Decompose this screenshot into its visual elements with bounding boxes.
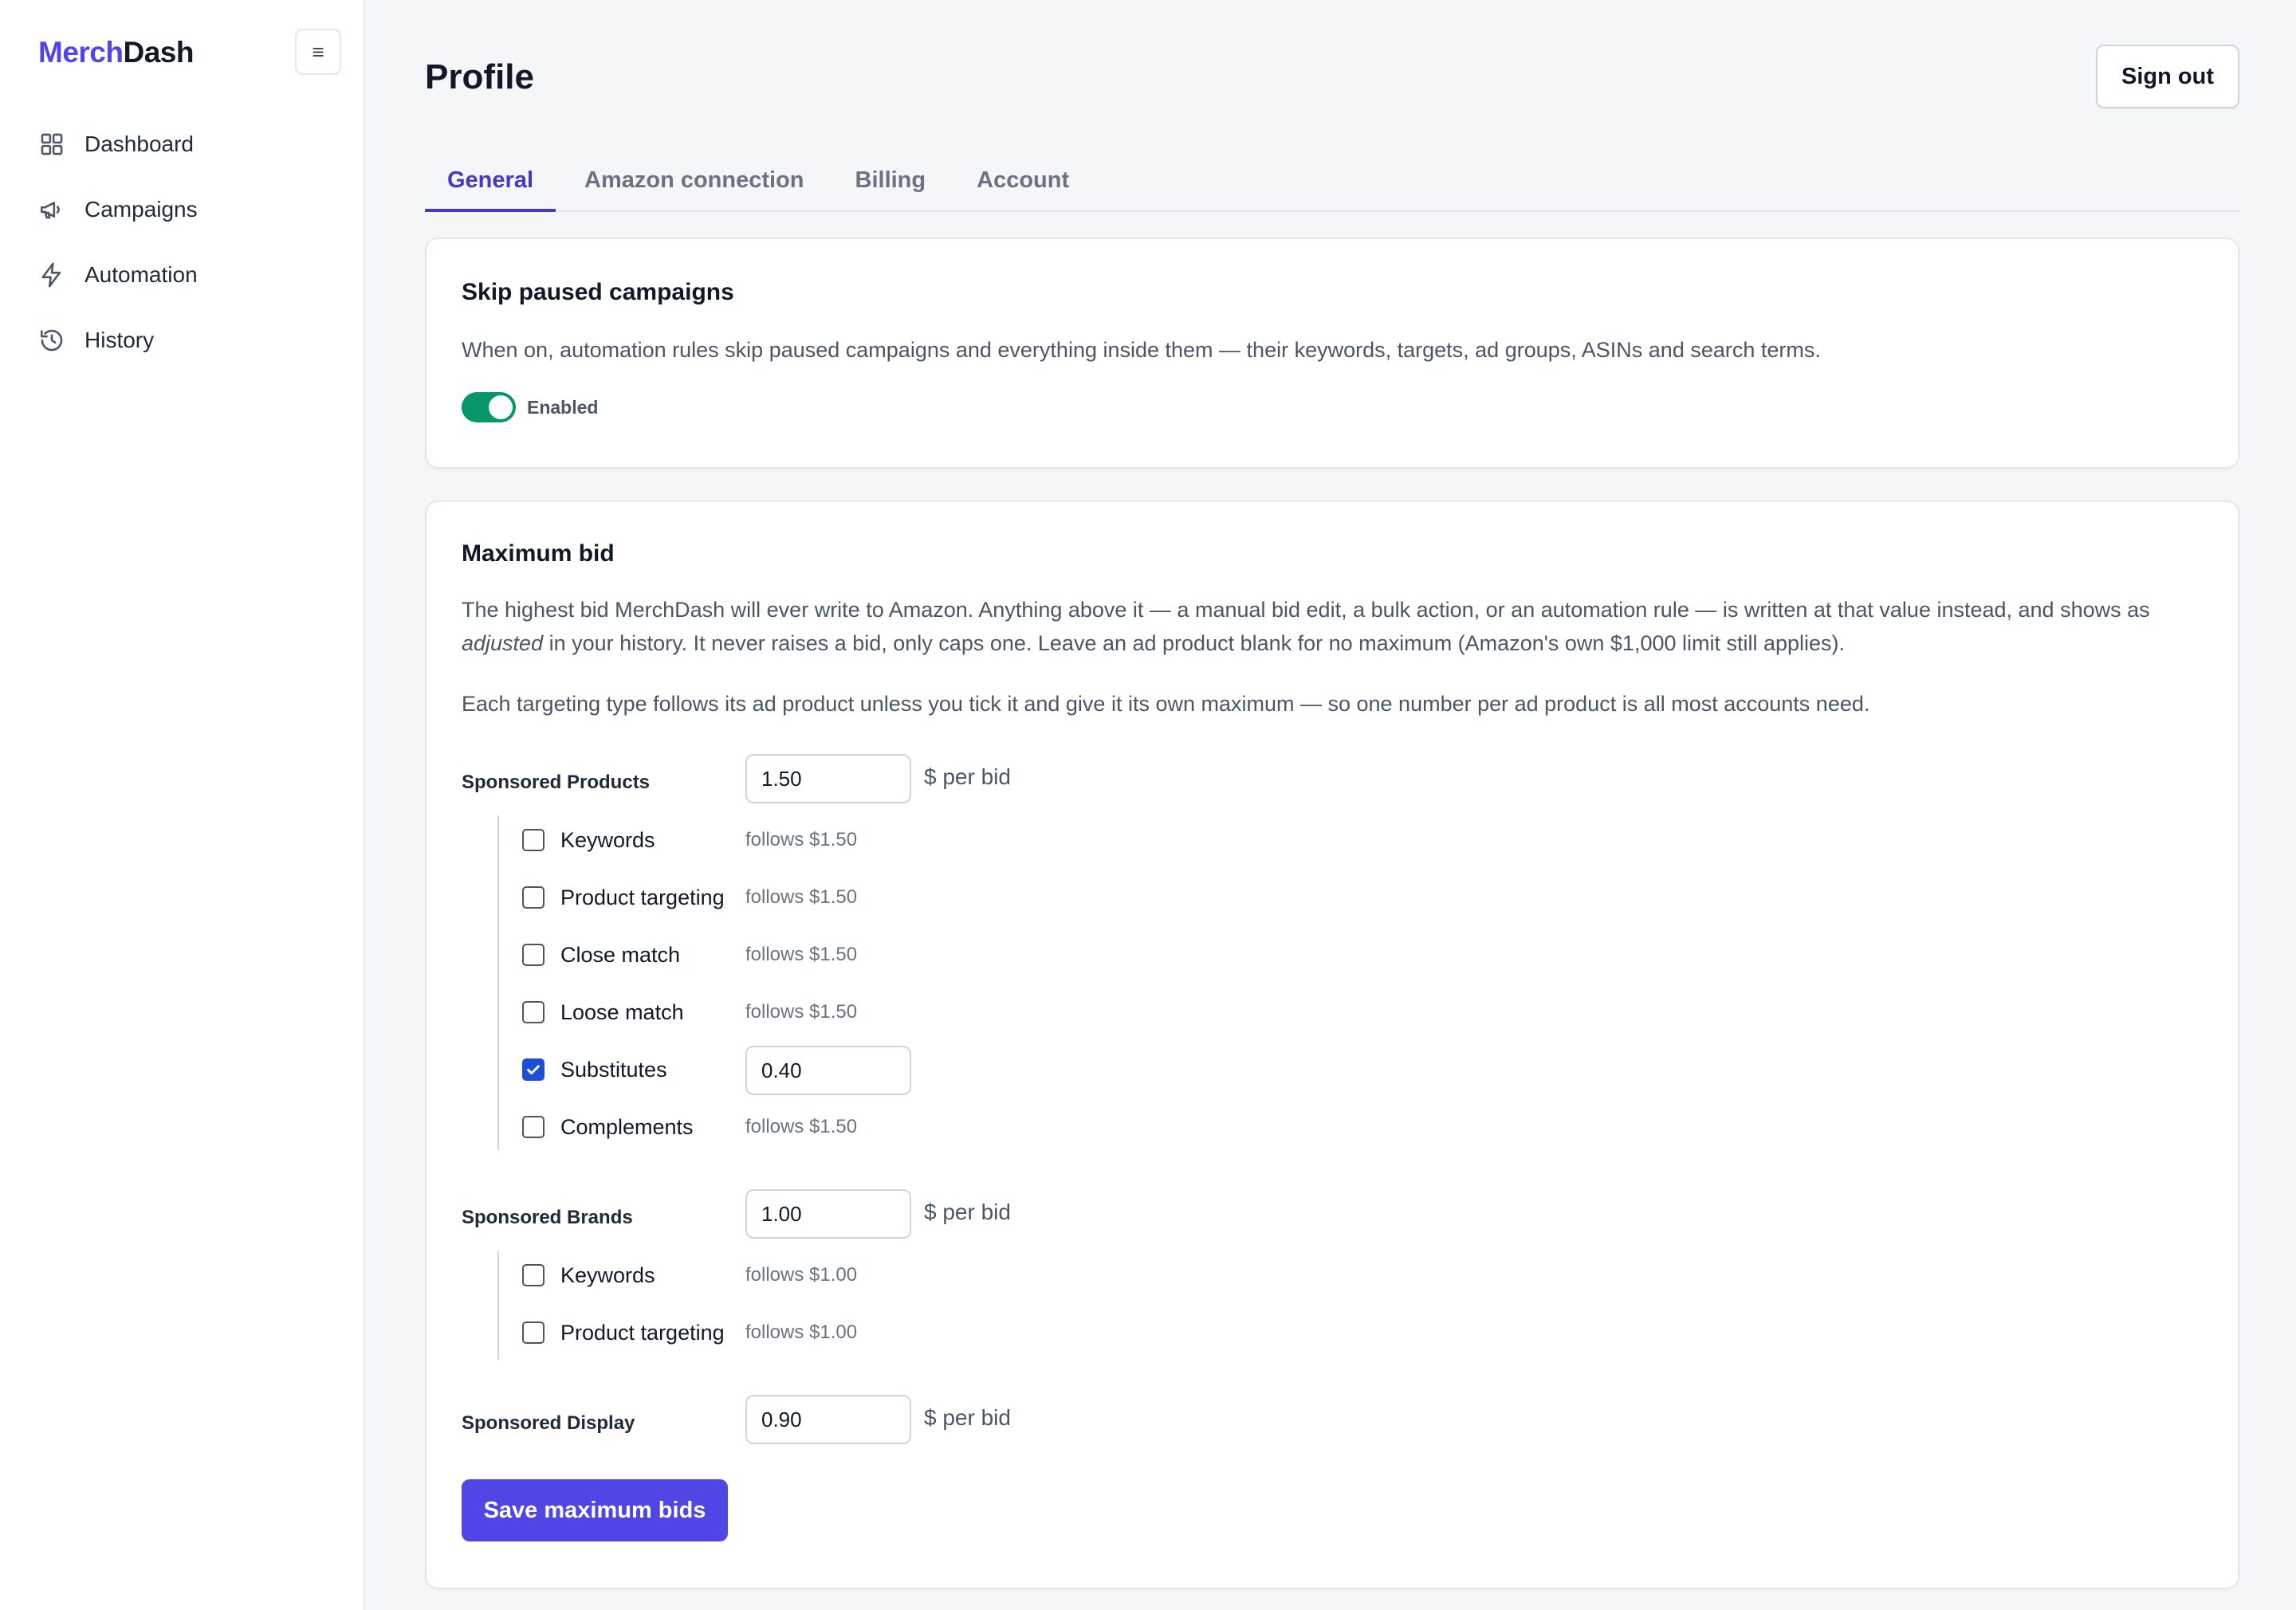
skip-paused-title: Skip paused campaigns bbox=[462, 279, 734, 305]
checkbox[interactable] bbox=[522, 944, 545, 966]
brand-logo[interactable]: MerchDash bbox=[38, 35, 194, 70]
sidebar-item-dashboard[interactable]: Dashboard bbox=[38, 112, 198, 177]
tab-account[interactable]: Account bbox=[954, 148, 1091, 212]
checkbox-label: Close match bbox=[560, 942, 681, 967]
page-title: Profile bbox=[425, 57, 534, 96]
sidebar-item-label: Campaigns bbox=[85, 197, 198, 222]
sponsored-display-max-bid-input[interactable] bbox=[745, 1395, 911, 1444]
maximum-bid-description-2: Each targeting type follows its ad produ… bbox=[462, 692, 1870, 716]
brand-logo-part2: Dash bbox=[123, 36, 194, 69]
sub-row-product-targeting: Product targeting bbox=[522, 882, 725, 913]
maximum-bid-description: The highest bid MerchDash will ever writ… bbox=[462, 593, 2190, 660]
skip-paused-card: Skip paused campaigns When on, automatio… bbox=[425, 238, 2239, 469]
sub-row-complements: Complements bbox=[522, 1111, 694, 1143]
sidebar-item-label: History bbox=[85, 328, 155, 352]
unit-label: $ per bid bbox=[924, 764, 1011, 789]
checkbox[interactable] bbox=[522, 1264, 545, 1286]
unit-label: $ per bid bbox=[924, 1405, 1011, 1430]
sponsored-brands-label: Sponsored Brands bbox=[462, 1207, 633, 1228]
checkbox-label: Keywords bbox=[560, 1262, 655, 1287]
description-text: The highest bid MerchDash will ever writ… bbox=[462, 598, 2150, 622]
save-maximum-bids-button[interactable]: Save maximum bids bbox=[462, 1479, 728, 1541]
sub-row-loose-match: Loose match bbox=[522, 996, 684, 1028]
maximum-bid-title: Maximum bid bbox=[462, 540, 615, 567]
sub-row-keywords: Keywords bbox=[522, 824, 655, 856]
follows-text: follows $1.50 bbox=[745, 944, 858, 965]
sidebar-item-campaigns[interactable]: Campaigns bbox=[38, 177, 198, 242]
checkbox-label: Product targeting bbox=[560, 885, 725, 909]
checkbox[interactable] bbox=[522, 886, 545, 909]
tab-general[interactable]: General bbox=[425, 148, 556, 212]
toggle-status-label: Enabled bbox=[527, 397, 599, 418]
checkbox-label: Product targeting bbox=[560, 1320, 725, 1345]
brand-logo-part1: Merch bbox=[38, 36, 124, 69]
sidebar-item-history[interactable]: History bbox=[38, 308, 198, 373]
substitutes-max-bid-input[interactable] bbox=[745, 1046, 911, 1095]
sponsored-display-label: Sponsored Display bbox=[462, 1412, 635, 1434]
checkbox[interactable] bbox=[522, 829, 545, 851]
sub-row-close-match: Close match bbox=[522, 939, 680, 971]
tab-billing[interactable]: Billing bbox=[833, 148, 949, 212]
hamburger-icon: ≡ bbox=[312, 39, 324, 64]
sponsored-products-max-bid-input[interactable] bbox=[745, 754, 911, 803]
checkbox-checked[interactable] bbox=[522, 1058, 545, 1081]
tab-bar: General Amazon connection Billing Accoun… bbox=[425, 148, 2239, 212]
follows-text: follows $1.50 bbox=[745, 1116, 858, 1137]
checkbox[interactable] bbox=[522, 1321, 545, 1344]
checkbox-label: Complements bbox=[560, 1114, 694, 1139]
maximum-bid-card: Maximum bid The highest bid MerchDash wi… bbox=[425, 501, 2239, 1589]
checkmark-icon bbox=[527, 1065, 540, 1075]
description-text: in your history. It never raises a bid, … bbox=[543, 631, 1846, 655]
sidebar-item-label: Dashboard bbox=[85, 132, 194, 156]
megaphone-icon bbox=[40, 202, 60, 219]
sub-row-keywords: Keywords bbox=[522, 1259, 655, 1291]
grid-icon bbox=[41, 133, 63, 155]
sub-row-substitutes: Substitutes bbox=[522, 1054, 667, 1086]
tab-amazon-connection[interactable]: Amazon connection bbox=[562, 148, 827, 212]
follows-text: follows $1.00 bbox=[745, 1264, 858, 1286]
app-root: MerchDash ≡ Dashboard Campaigns Automati… bbox=[0, 0, 2296, 1610]
checkbox[interactable] bbox=[522, 1116, 545, 1138]
follows-text: follows $1.50 bbox=[745, 886, 858, 908]
sign-out-button[interactable]: Sign out bbox=[2096, 45, 2239, 108]
checkbox[interactable] bbox=[522, 1001, 545, 1023]
follows-text: follows $1.00 bbox=[745, 1321, 858, 1343]
sidebar-item-label: Automation bbox=[85, 262, 198, 287]
follows-text: follows $1.50 bbox=[745, 829, 858, 850]
sponsored-brands-max-bid-input[interactable] bbox=[745, 1189, 911, 1239]
checkbox-label: Keywords bbox=[560, 827, 655, 852]
sponsored-products-label: Sponsored Products bbox=[462, 772, 651, 793]
lightning-icon bbox=[41, 262, 61, 288]
skip-paused-description: When on, automation rules skip paused ca… bbox=[462, 338, 1821, 362]
follows-text: follows $1.50 bbox=[745, 1001, 858, 1023]
group-divider bbox=[497, 815, 499, 1150]
checkbox-label: Loose match bbox=[560, 999, 684, 1024]
group-divider bbox=[497, 1251, 499, 1360]
history-icon bbox=[40, 329, 63, 351]
menu-toggle-button[interactable]: ≡ bbox=[295, 29, 341, 75]
skip-paused-toggle[interactable] bbox=[462, 392, 516, 422]
checkbox-label: Substitutes bbox=[560, 1057, 667, 1082]
sidebar: MerchDash ≡ Dashboard Campaigns Automati… bbox=[0, 0, 365, 1610]
toggle-knob bbox=[489, 395, 513, 419]
sidebar-item-automation[interactable]: Automation bbox=[38, 242, 198, 308]
unit-label: $ per bid bbox=[924, 1200, 1011, 1224]
sub-row-product-targeting: Product targeting bbox=[522, 1317, 725, 1349]
sidebar-nav: Dashboard Campaigns Automation History bbox=[38, 112, 198, 373]
adjusted-emphasis: adjusted bbox=[462, 631, 544, 655]
